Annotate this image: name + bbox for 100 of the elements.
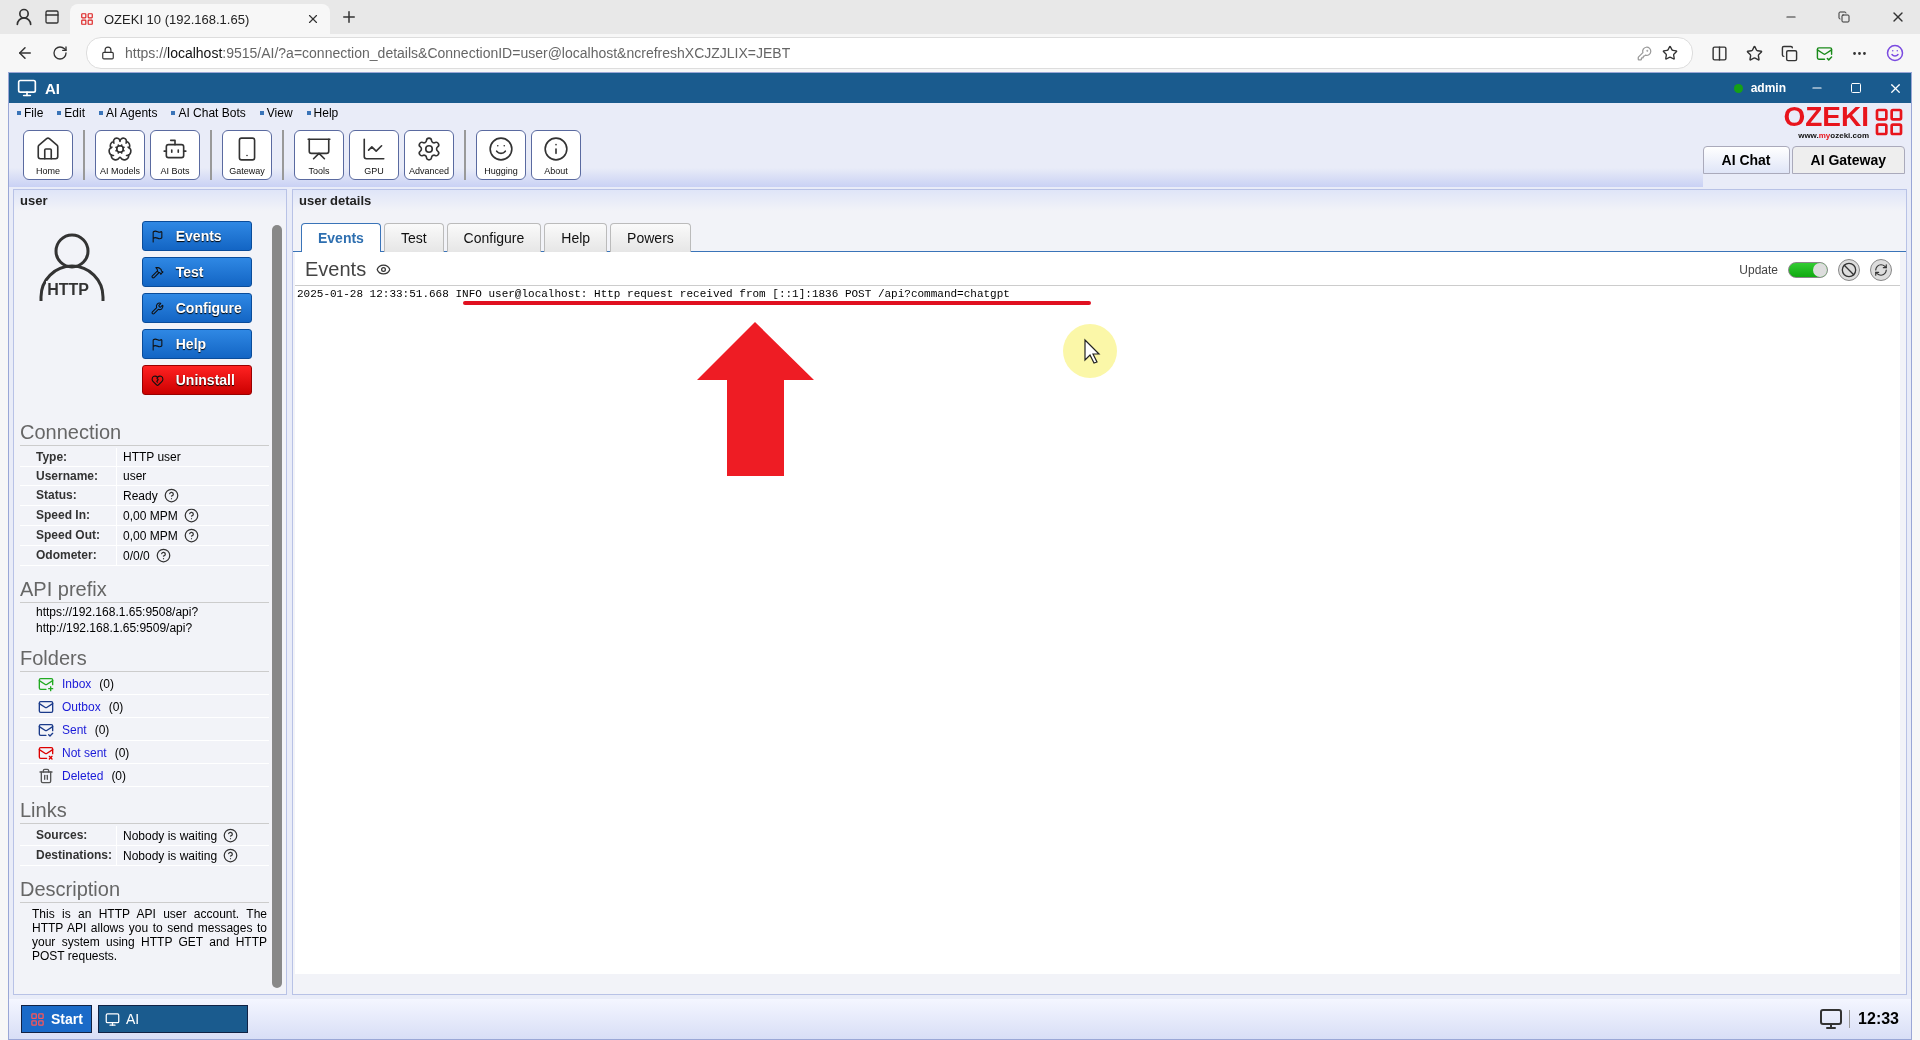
scrollbar[interactable] [272, 225, 282, 988]
action-button[interactable]: Help [141, 329, 252, 359]
toolbar-button[interactable]: AI Models [95, 130, 145, 180]
maximize-icon[interactable] [1850, 82, 1862, 94]
toolbar-button[interactable]: Advanced [404, 130, 454, 180]
brain-gear-icon [107, 136, 133, 162]
cursor-highlight [1063, 324, 1117, 378]
field-value: 0,00 MPM [123, 528, 178, 543]
favorites-icon[interactable] [1746, 44, 1763, 62]
folder-count: (0) [108, 700, 124, 714]
reload-icon[interactable] [52, 45, 68, 61]
api-url: http://192.168.1.65:9509/api? [35, 621, 194, 635]
help-icon[interactable] [223, 828, 239, 843]
new-tab-icon[interactable] [340, 8, 358, 26]
log-time: 2025-01-28 12:33:51.668 [297, 288, 449, 300]
toolbar-button[interactable]: About [531, 130, 581, 180]
description-text: This is an HTTP API user account. The HTTP API allows you to send messages to your system using HTTP GET and HTTP POST requests. [31, 907, 268, 963]
broken-heart-icon [150, 373, 164, 387]
tab[interactable]: Configure [446, 223, 542, 252]
help-icon[interactable] [183, 508, 199, 523]
menu-item[interactable]: Edit [57, 106, 86, 120]
tab[interactable]: Test [383, 223, 444, 252]
tab-actions-icon[interactable] [44, 9, 60, 25]
field-value: user [123, 469, 147, 483]
menu-item[interactable]: Help [306, 106, 339, 120]
key-icon[interactable] [1637, 45, 1652, 61]
mail-check-icon [38, 722, 54, 738]
field-label: Username: [20, 467, 117, 486]
field-value: 0/0/0 [123, 548, 150, 563]
toolbar-button[interactable]: Tools [294, 130, 344, 180]
no-entry-icon [1841, 261, 1857, 278]
field-label: Status: [20, 486, 117, 506]
settings-icon [416, 136, 442, 162]
close-icon[interactable] [306, 12, 320, 26]
browser-tab[interactable]: OZEKI 10 (192.168.1.65) [70, 4, 330, 34]
mail-icon [38, 699, 54, 715]
grid-icon [30, 1011, 45, 1027]
field-label: Destinations: [20, 846, 117, 866]
field-label: Odometer: [20, 546, 117, 566]
toolbar-button[interactable]: Home [23, 130, 73, 180]
menu-item[interactable]: View [259, 106, 293, 120]
flag-icon [150, 229, 164, 243]
toolbar-button[interactable]: AI Bots [150, 130, 200, 180]
tab[interactable]: Help [544, 223, 608, 252]
split-screen-icon[interactable] [1711, 44, 1728, 62]
help-icon[interactable] [223, 848, 239, 863]
uninstall-button[interactable]: Uninstall [141, 365, 252, 395]
star-icon[interactable] [1662, 45, 1678, 61]
update-toggle[interactable] [1788, 261, 1828, 278]
toolbar-button[interactable]: Hugging [476, 130, 526, 180]
action-button[interactable]: Test [141, 257, 252, 287]
trash-icon [38, 768, 54, 784]
eye-icon[interactable] [376, 262, 392, 277]
collections-icon[interactable] [1781, 44, 1798, 62]
grid-icon [80, 12, 94, 26]
clock: 12:33 [1849, 1010, 1899, 1028]
start-button[interactable]: Start [21, 1005, 92, 1033]
tab[interactable]: Powers [610, 223, 691, 252]
help-icon[interactable] [155, 548, 171, 563]
smiley-icon [488, 136, 514, 162]
profile-icon[interactable] [14, 7, 34, 27]
toolbar-button[interactable]: GPU [349, 130, 399, 180]
menu-item[interactable]: File [17, 106, 44, 120]
logo-text: OZEKI [1783, 101, 1869, 132]
clear-button[interactable] [1838, 258, 1860, 281]
hammer-icon [150, 265, 164, 279]
folder-link[interactable]: Outbox [62, 700, 101, 714]
field-label: Speed In: [20, 506, 117, 526]
folder-count: (0) [114, 746, 130, 760]
address-bar[interactable]: https://localhost:9515/AI/?a=connection_details&ConnectionID=user@localhost&ncrefreshXCJZJLIX=JEBT [86, 37, 1693, 69]
app-tab[interactable]: AI Gateway [1791, 146, 1905, 174]
field-value: Nobody is waiting [123, 848, 218, 863]
taskbar-app[interactable]: AI [97, 1005, 248, 1033]
menu-item[interactable]: AI Chat Bots [171, 106, 246, 120]
app-icon [17, 78, 37, 98]
toolbar-button[interactable]: Gateway [222, 130, 272, 180]
restore-icon[interactable] [1838, 11, 1850, 23]
field-label: Sources: [20, 826, 117, 846]
help-icon[interactable] [183, 528, 199, 543]
tab[interactable]: Events [301, 223, 381, 252]
refresh-icon [1874, 262, 1888, 277]
refresh-button[interactable] [1870, 258, 1892, 281]
monitor-icon[interactable] [1819, 1007, 1844, 1031]
folder-link[interactable]: Sent [62, 723, 87, 737]
action-button[interactable]: Events [141, 221, 252, 251]
menu-item[interactable]: AI Agents [99, 106, 158, 120]
section-heading: Description [20, 868, 269, 903]
back-icon[interactable] [16, 44, 34, 62]
field-value: HTTP user [123, 450, 181, 464]
section-heading: Links [20, 789, 269, 824]
action-button[interactable]: Configure [141, 293, 252, 323]
folder-link[interactable]: Deleted [62, 769, 104, 783]
field-value: Nobody is waiting [123, 828, 218, 843]
lock-icon [101, 46, 115, 60]
help-icon[interactable] [163, 488, 179, 503]
folder-link[interactable]: Inbox [62, 677, 92, 691]
app-tab[interactable]: AI Chat [1702, 146, 1790, 174]
section-heading: Folders [20, 637, 269, 672]
folder-link[interactable]: Not sent [62, 746, 107, 760]
field-label: Type: [20, 448, 117, 467]
